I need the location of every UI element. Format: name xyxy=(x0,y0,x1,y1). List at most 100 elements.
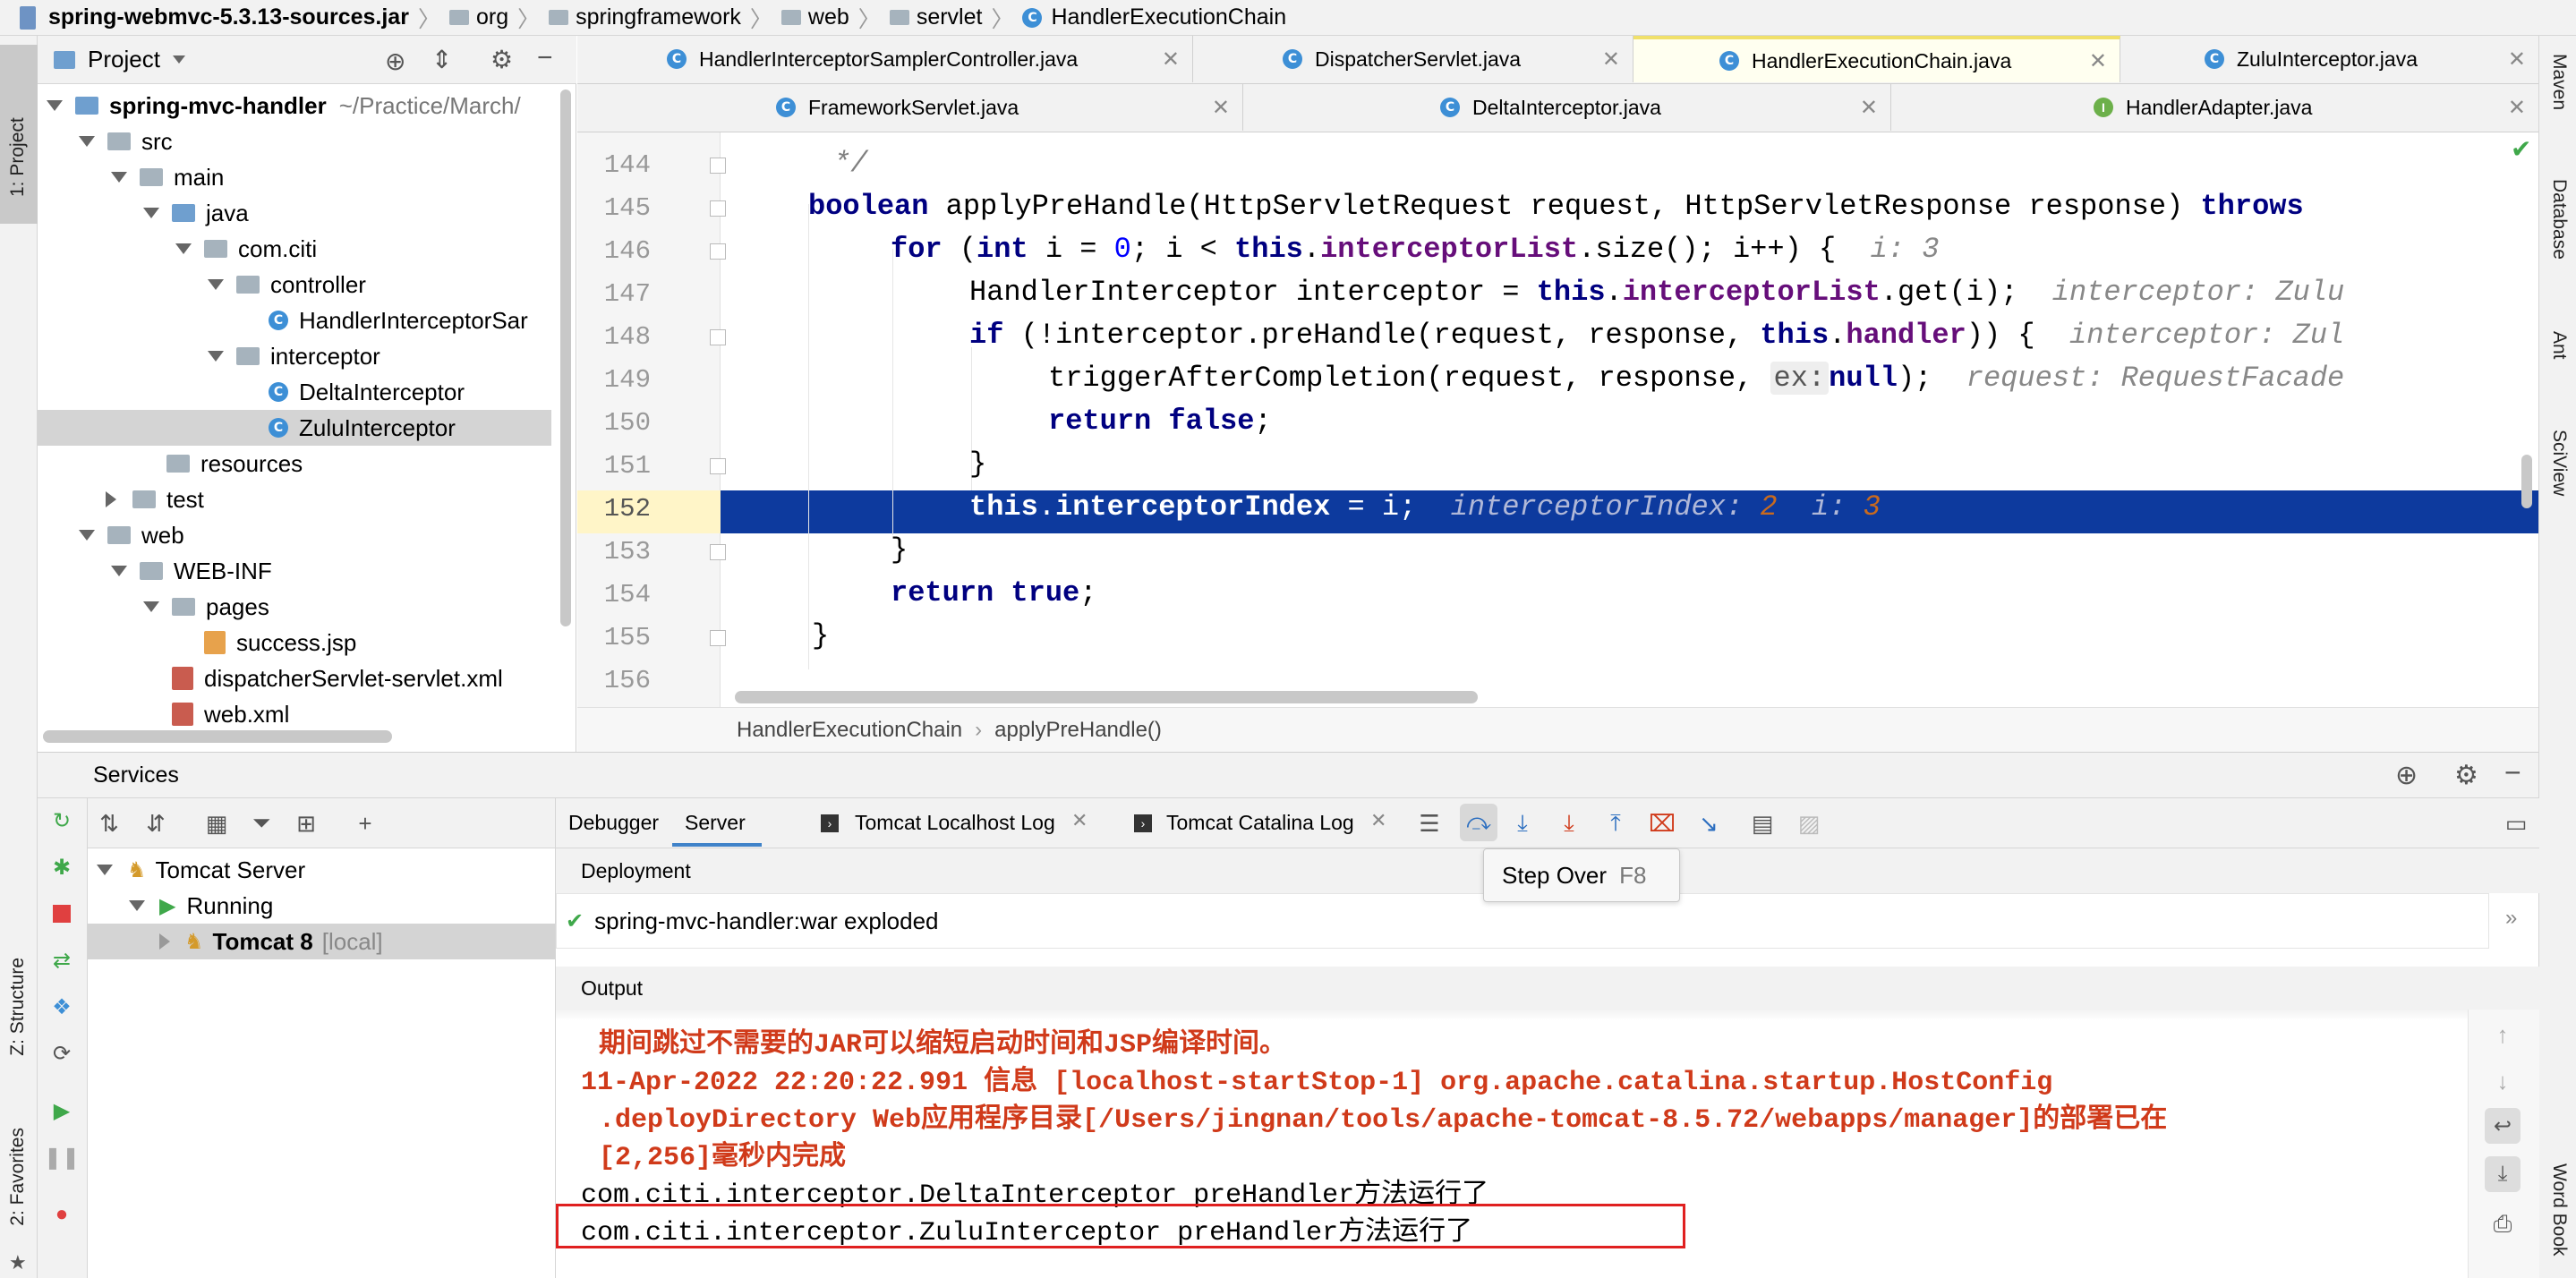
tree-item[interactable]: interceptor xyxy=(38,338,575,374)
soft-wrap-icon[interactable]: ↩ xyxy=(2485,1108,2521,1144)
wordbook-tool-label[interactable]: Word Book xyxy=(2548,1163,2570,1257)
breadcrumb-class[interactable]: HandlerExecutionChain xyxy=(737,718,962,743)
expand-icon[interactable] xyxy=(47,100,63,111)
tree-item-tomcat-8[interactable]: ♞ Tomcat 8 [local] xyxy=(88,924,555,959)
tree-item[interactable]: C DeltaInterceptor xyxy=(38,374,575,410)
fold-marker[interactable] xyxy=(710,630,726,646)
scroll-to-end-icon[interactable]: ⤓ xyxy=(2485,1156,2521,1192)
tab-zulu-interceptor[interactable]: C ZuluInterceptor.java ✕ xyxy=(2120,36,2538,82)
breadcrumb-springframework[interactable]: springframework xyxy=(576,4,741,30)
tab-dispatcher-servlet[interactable]: C DispatcherServlet.java ✕ xyxy=(1193,36,1633,82)
refresh-icon[interactable]: ⟳ xyxy=(48,1040,75,1067)
close-icon[interactable]: ✕ xyxy=(2508,95,2526,121)
project-panel-title[interactable]: Project xyxy=(88,46,160,73)
print-icon[interactable]: ⎙ xyxy=(2490,1210,2515,1237)
breadcrumb-web[interactable]: web xyxy=(808,4,849,30)
locate-icon[interactable]: ⊕ xyxy=(385,47,405,76)
deployment-item[interactable]: ✔ spring-mvc-handler:war exploded xyxy=(566,903,939,939)
tree-item[interactable]: resources xyxy=(38,446,575,481)
breadcrumb-servlet[interactable]: servlet xyxy=(917,4,983,30)
close-icon[interactable]: ✕ xyxy=(1162,47,1180,72)
editor-hscrollbar[interactable] xyxy=(735,691,1478,703)
filter-icon[interactable]: ⏷ xyxy=(249,809,274,836)
tree-item[interactable]: dispatcherServlet-servlet.xml xyxy=(38,660,575,696)
structure-tool-label[interactable]: Z: Structure xyxy=(7,958,29,1056)
expand-icon[interactable] xyxy=(111,566,127,576)
tree-item[interactable]: com.citi xyxy=(38,231,575,267)
tab-server[interactable]: Server xyxy=(685,811,746,835)
tree-item[interactable]: pages xyxy=(38,589,575,625)
fold-marker[interactable] xyxy=(710,158,726,174)
scroll-down-icon[interactable]: ↓ xyxy=(2490,1068,2515,1095)
expand-icon[interactable] xyxy=(129,900,145,911)
tree-item[interactable]: web.xml xyxy=(38,696,575,732)
scroll-up-icon[interactable]: ↑ xyxy=(2490,1021,2515,1048)
tree-item[interactable]: spring-mvc-handler ~/Practice/March/ xyxy=(38,88,575,124)
favorites-tool-label[interactable]: 2: Favorites xyxy=(7,1128,29,1226)
step-over-button[interactable]: ⤼ xyxy=(1460,804,1497,841)
pause-icon[interactable]: ❚❚ xyxy=(44,1144,80,1171)
step-into-icon[interactable]: ⤓ xyxy=(1510,809,1535,836)
close-icon[interactable]: ✕ xyxy=(1212,95,1230,121)
mute-breakpoints-icon[interactable]: ● xyxy=(48,1201,75,1228)
tree-item-running[interactable]: ▶ Running xyxy=(88,888,555,924)
maven-tool-label[interactable]: Maven xyxy=(2548,54,2570,110)
tab-handler-adapter[interactable]: I HandlerAdapter.java ✕ xyxy=(1891,84,2538,131)
breadcrumb-jar[interactable]: spring-webmvc-5.3.13-sources.jar xyxy=(48,4,409,30)
sciview-tool-label[interactable]: SciView xyxy=(2548,430,2570,496)
code-editor[interactable]: 144 145 146 147 148 149 150 151 152 153 … xyxy=(577,132,2538,707)
tab-handler-execution-chain[interactable]: C HandlerExecutionChain.java ✕ xyxy=(1633,36,2120,82)
evaluate-icon[interactable]: ▤ xyxy=(1750,810,1775,837)
run-to-cursor-icon[interactable]: ↘ xyxy=(1696,810,1721,837)
tab-tomcat-catalina-log[interactable]: Tomcat Catalina Log xyxy=(1166,811,1354,835)
tree-item[interactable]: success.jsp xyxy=(38,625,575,660)
tree-item[interactable]: test xyxy=(38,481,575,517)
trace-icon[interactable]: ▨ xyxy=(1796,810,1821,837)
expand-icon[interactable] xyxy=(111,172,127,183)
project-vscrollbar[interactable] xyxy=(560,89,571,626)
group-icon[interactable]: ▦ xyxy=(204,810,229,837)
close-icon[interactable]: ✕ xyxy=(2089,48,2107,74)
tree-item[interactable]: C HandlerInterceptorSar xyxy=(38,302,575,338)
expand-icon[interactable] xyxy=(97,865,113,875)
layout-icon[interactable]: ▭ xyxy=(2503,810,2529,837)
expand-icon[interactable] xyxy=(159,933,170,950)
tree-item-tomcat-server[interactable]: ♞ Tomcat Server xyxy=(88,852,555,888)
expand-icon[interactable] xyxy=(106,491,116,507)
database-tool-label[interactable]: Database xyxy=(2548,179,2570,260)
collapse-all-icon[interactable]: ⇵ xyxy=(143,810,168,837)
deploy-icon[interactable]: ⇄ xyxy=(48,947,75,974)
fold-marker[interactable] xyxy=(710,243,726,260)
debug-icon[interactable]: ✱ xyxy=(48,854,75,881)
expand-icon[interactable] xyxy=(79,136,95,147)
close-icon[interactable]: ✕ xyxy=(1071,809,1088,832)
tab-delta-interceptor[interactable]: C DeltaInterceptor.java ✕ xyxy=(1243,84,1891,131)
force-step-into-icon[interactable]: ⤓ xyxy=(1557,809,1582,836)
tree-item[interactable]: web xyxy=(38,517,575,553)
stop-icon[interactable] xyxy=(48,900,75,927)
output-console[interactable]: 期间跳过不需要的JAR可以缩短启动时间和JSP编译时间。 11-Apr-2022… xyxy=(556,1010,2468,1278)
expand-all-icon[interactable]: ⇅ xyxy=(97,810,122,837)
collapse-icon[interactable]: ⇕ xyxy=(431,45,452,74)
step-out-icon[interactable]: ⤒ xyxy=(1603,809,1628,836)
project-tool-label[interactable]: 1: Project xyxy=(7,54,29,197)
rerun-icon[interactable]: ↻ xyxy=(48,807,75,834)
expand-icon[interactable] xyxy=(143,208,159,218)
ant-tool-label[interactable]: Ant xyxy=(2548,331,2570,360)
tab-tomcat-localhost-log[interactable]: Tomcat Localhost Log xyxy=(855,811,1055,835)
expand-icon[interactable] xyxy=(208,351,224,362)
close-icon[interactable]: ✕ xyxy=(1602,47,1620,72)
minimize-icon[interactable]: − xyxy=(2504,756,2521,789)
tree-item[interactable]: main xyxy=(38,159,575,195)
expand-icon[interactable] xyxy=(79,530,95,541)
breadcrumb-method[interactable]: applyPreHandle() xyxy=(994,718,1162,743)
artifact-icon[interactable]: ❖ xyxy=(48,993,75,1020)
globe-icon[interactable]: ⊕ xyxy=(2395,760,2418,791)
fold-marker[interactable] xyxy=(710,200,726,217)
project-hscrollbar[interactable] xyxy=(43,730,392,743)
editor-vscrollbar[interactable] xyxy=(2521,455,2532,508)
chevron-down-icon[interactable] xyxy=(172,55,185,64)
tab-framework-servlet[interactable]: C FrameworkServlet.java ✕ xyxy=(577,84,1243,131)
new-tab-icon[interactable]: ⊞ xyxy=(294,810,319,837)
minimize-icon[interactable]: − xyxy=(537,43,553,73)
